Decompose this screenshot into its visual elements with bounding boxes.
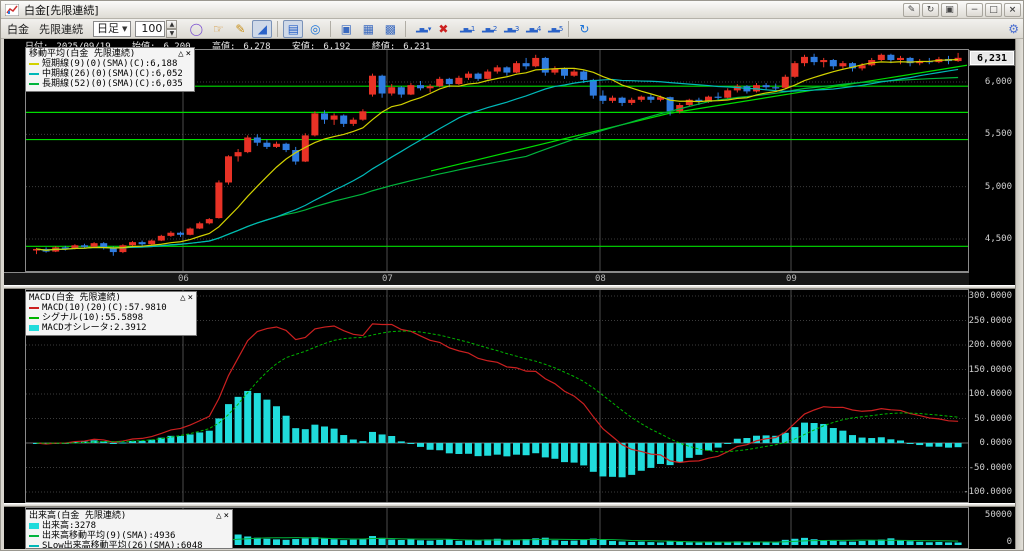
chart-settings-icon[interactable]: ▤ bbox=[283, 19, 304, 38]
macd-axis-tick: -50.0000 bbox=[968, 462, 1012, 473]
globe-icon[interactable]: ◎ bbox=[305, 20, 325, 38]
legend-item: MACDオシレータ:2.3912 bbox=[29, 323, 193, 333]
chart-layout-4-icon[interactable]: ▂▅▃ 4 bbox=[521, 20, 542, 38]
value-axis-column: 6,000 5,500 5,000 4,500 6,231 300.0000 250.000… bbox=[963, 39, 1015, 549]
close-button[interactable]: × bbox=[1004, 2, 1021, 17]
volume-legend: 出来高(白金 先限連続) △ × 出来高:3278 出来高移動平均(9)(SMA)… bbox=[25, 509, 233, 549]
sma-legend-title: 移動平均(白金 先限連続) bbox=[29, 49, 136, 59]
volume-axis-tick: 50000 bbox=[984, 510, 1012, 520]
timeframe-dropdown[interactable]: 日足 ▼ bbox=[93, 20, 132, 37]
toolbar: 白金 先限連続 日足 ▼ 100 ▲ ▼ ◯ ☞ ✎ ◢ ▤ ◎ ▣ ▦ ▩ ▂▅▃ ▾ ✖ ▂▅▃ 1 ▂… bbox=[1, 19, 1023, 39]
macd-axis-tick: 300.0000 bbox=[968, 291, 1012, 301]
chart-client-area: 日付:2025/09/19 始値:6,200 高値:6,278 安値:6,192… bbox=[4, 39, 1017, 549]
legend-item: 出来高移動平均(9)(SMA):4936 bbox=[29, 531, 229, 541]
chart-type-icon[interactable]: ▂▅▃ ▾ bbox=[411, 20, 431, 38]
trendline-tool-icon[interactable]: ◢ bbox=[252, 19, 273, 38]
spin-down-icon[interactable]: ▼ bbox=[166, 28, 178, 38]
price-axis-tick: 6,000 bbox=[984, 77, 1012, 87]
x-axis-tick: 06 bbox=[178, 274, 189, 284]
chart-layout-5-icon[interactable]: ▂▅▃ 5 bbox=[543, 20, 564, 38]
x-axis-tick: 09 bbox=[786, 274, 797, 284]
volume-legend-title: 出来高(白金 先限連続) bbox=[29, 511, 127, 521]
price-axis-tick: 5,500 bbox=[984, 129, 1012, 140]
macd-axis-tick: -100.0000 bbox=[963, 487, 1012, 497]
pencil-icon[interactable]: ✎ bbox=[230, 20, 250, 38]
legend-collapse-icon[interactable]: △ bbox=[178, 49, 183, 59]
legend-item: MACD(10)(20)(C):57.9810 bbox=[29, 303, 193, 313]
macd-axis-tick: 250.0000 bbox=[968, 315, 1012, 326]
chart-window: 白金[先限連続] ✎ ↻ ▣ − □ × 白金 先限連続 日足 ▼ 100 ▲ … bbox=[0, 0, 1024, 551]
window-resize-edge[interactable] bbox=[1015, 39, 1023, 549]
legend-item: 長期線(52)(0)(SMA)(C):6,035 bbox=[29, 79, 191, 89]
float-window-icon[interactable]: ▣ bbox=[941, 2, 958, 17]
remove-indicator-icon[interactable]: ✖ bbox=[433, 20, 453, 38]
grid-3x3-icon[interactable]: ▩ bbox=[380, 20, 400, 38]
current-price-tag: 6,231 bbox=[969, 49, 1015, 66]
reset-zoom-icon[interactable]: ↻ bbox=[574, 20, 594, 38]
maximize-button[interactable]: □ bbox=[985, 2, 1002, 17]
sma-legend: 移動平均(白金 先限連続) △ × 短期線(9)(0)(SMA)(C):6,188… bbox=[25, 47, 195, 92]
legend-item: シグナル(10):55.5898 bbox=[29, 313, 193, 323]
chart-layout-3-icon[interactable]: ▂▅▃ 3 bbox=[499, 20, 520, 38]
macd-axis-tick: 50.0000 bbox=[974, 413, 1012, 424]
window-title: 白金[先限連続] bbox=[24, 3, 99, 17]
bar-count-spinner[interactable]: 100 ▲ ▼ bbox=[135, 19, 178, 38]
annotate-icon[interactable]: ✎ bbox=[903, 2, 920, 17]
chevron-down-icon: ▼ bbox=[122, 24, 128, 33]
legend-close-icon[interactable]: × bbox=[224, 511, 229, 521]
minimize-button[interactable]: − bbox=[966, 2, 983, 17]
symbol-label: 白金 bbox=[7, 22, 29, 36]
legend-collapse-icon[interactable]: △ bbox=[180, 293, 185, 303]
price-axis-tick: 5,000 bbox=[984, 181, 1012, 192]
macd-axis-tick: 100.0000 bbox=[968, 389, 1012, 399]
new-window-icon[interactable]: ▣ bbox=[336, 20, 356, 38]
wrench-settings-icon[interactable]: ⚙ bbox=[1008, 22, 1019, 36]
macd-axis-tick: 150.0000 bbox=[968, 364, 1012, 375]
legend-close-icon[interactable]: × bbox=[186, 49, 191, 59]
refresh-icon[interactable]: ↻ bbox=[922, 2, 939, 17]
legend-item: 出来高:3278 bbox=[29, 521, 229, 531]
select-lasso-icon[interactable]: ◯ bbox=[186, 20, 206, 38]
macd-axis-tick: 0.0000 bbox=[979, 438, 1012, 448]
x-axis-tick: 08 bbox=[595, 274, 606, 284]
price-axis-tick: 4,500 bbox=[984, 234, 1012, 244]
chart-layout-1-icon[interactable]: ▂▅▃ 1 bbox=[455, 20, 476, 38]
legend-close-icon[interactable]: × bbox=[188, 293, 193, 303]
legend-item: SLow出来高移動平均(26)(SMA):6048 bbox=[29, 541, 229, 548]
chart-layout-2-icon[interactable]: ▂▅▃ 2 bbox=[477, 20, 498, 38]
x-axis-tick: 07 bbox=[382, 274, 393, 284]
x-axis: 06 07 08 09 bbox=[4, 272, 969, 285]
legend-item: 短期線(9)(0)(SMA)(C):6,188 bbox=[29, 59, 191, 69]
legend-collapse-icon[interactable]: △ bbox=[216, 511, 221, 521]
app-icon bbox=[5, 3, 19, 16]
macd-legend: MACD(白金 先限連続) △ × MACD(10)(20)(C):57.9810… bbox=[25, 291, 197, 336]
bar-count-input[interactable]: 100 bbox=[135, 20, 166, 37]
volume-axis-tick: 0 bbox=[1006, 537, 1012, 547]
title-bar[interactable]: 白金[先限連続] ✎ ↻ ▣ − □ × bbox=[1, 1, 1023, 19]
macd-legend-title: MACD(白金 先限連続) bbox=[29, 293, 121, 303]
grid-2x2-icon[interactable]: ▦ bbox=[358, 20, 378, 38]
legend-item: 中期線(26)(0)(SMA)(C):6,052 bbox=[29, 69, 191, 79]
spin-up-icon[interactable]: ▲ bbox=[166, 19, 178, 29]
contract-label: 先限連続 bbox=[39, 22, 83, 36]
hand-tool-icon[interactable]: ☞ bbox=[208, 20, 228, 38]
macd-axis-tick: 200.0000 bbox=[968, 340, 1012, 350]
